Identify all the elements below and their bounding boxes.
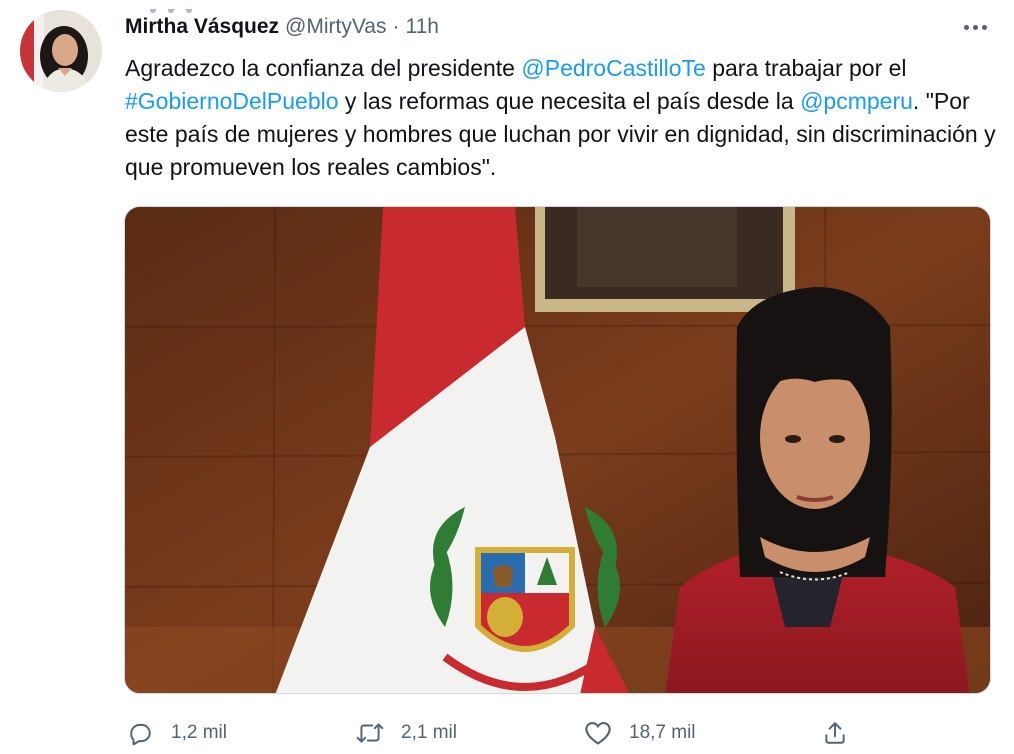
- more-options-icon[interactable]: [955, 14, 995, 40]
- tweet-header: Mirtha Vásquez @MirtyVas · 11h: [125, 12, 439, 42]
- reply-button[interactable]: 1,2 mil: [125, 715, 227, 751]
- reply-icon: [125, 718, 155, 748]
- hashtag-link[interactable]: #GobiernoDelPueblo: [125, 88, 339, 114]
- tweet-photo[interactable]: [124, 206, 991, 694]
- share-icon: [820, 718, 850, 748]
- mention-link[interactable]: @PedroCastilloTe: [521, 55, 705, 81]
- mention-link[interactable]: @pcmperu: [800, 88, 913, 114]
- author-name[interactable]: Mirtha Vásquez: [125, 15, 279, 39]
- retweet-count: 2,1 mil: [401, 722, 457, 743]
- tweet-text-part: y las reformas que necesita el país desd…: [338, 88, 801, 114]
- avatar-photo: [20, 10, 102, 92]
- author-handle[interactable]: @MirtyVas: [285, 15, 386, 39]
- tweet-timestamp[interactable]: 11h: [405, 15, 438, 39]
- photo-illustration: [125, 207, 990, 693]
- thread-connector: [150, 0, 230, 13]
- tweet-text-part: Agradezco la confianza del presidente: [125, 55, 522, 81]
- separator-dot: ·: [392, 15, 400, 38]
- tweet-actions: 1,2 mil 2,1 mil 18,7 mil: [125, 715, 865, 751]
- reply-count: 1,2 mil: [171, 722, 227, 743]
- retweet-button[interactable]: 2,1 mil: [355, 715, 457, 751]
- avatar[interactable]: [20, 10, 102, 92]
- share-button[interactable]: [820, 715, 850, 751]
- retweet-icon: [355, 718, 385, 748]
- like-button[interactable]: 18,7 mil: [583, 715, 696, 751]
- heart-icon: [583, 718, 613, 748]
- tweet-text: Agradezco la confianza del presidente @P…: [125, 52, 1000, 184]
- tweet-text-part: para trabajar por el: [705, 55, 907, 81]
- like-count: 18,7 mil: [629, 722, 696, 743]
- tweet-card[interactable]: Mirtha Vásquez @MirtyVas · 11h Agradezco…: [0, 0, 1014, 754]
